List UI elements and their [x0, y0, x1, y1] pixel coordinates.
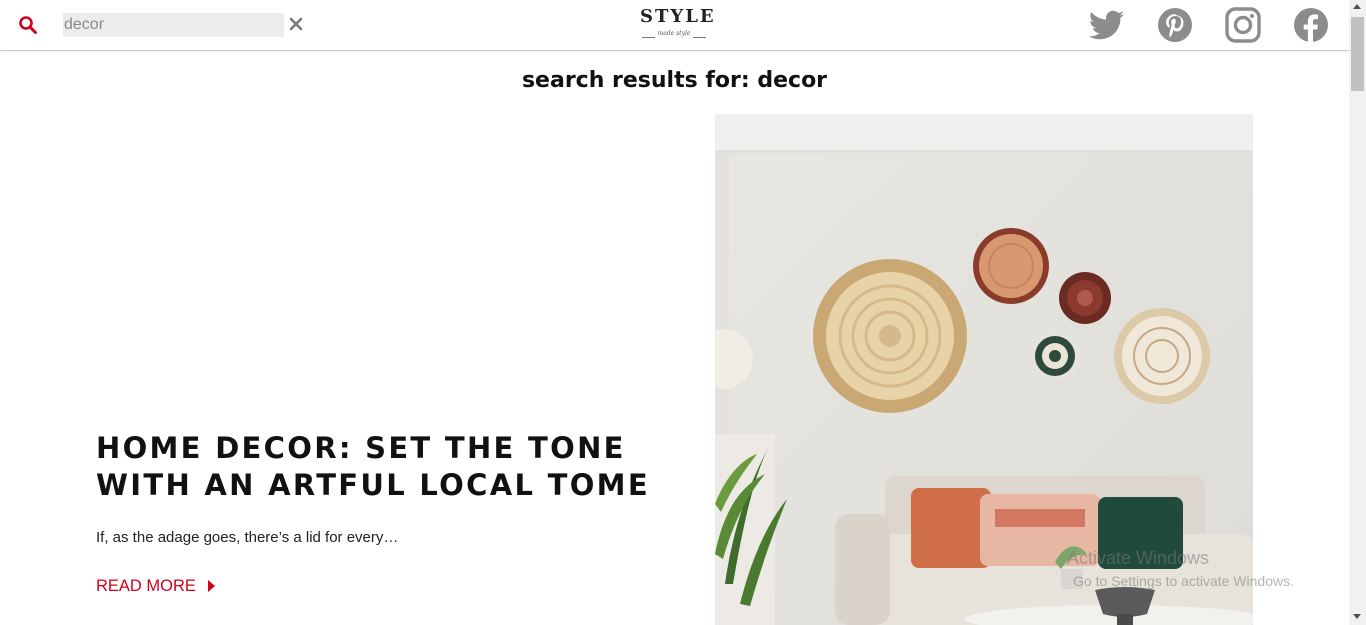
page-scrollbar[interactable] — [1349, 0, 1366, 625]
logo-tagline: made style — [657, 30, 691, 37]
caret-right-icon — [207, 580, 215, 592]
logo-text: STYLE — [640, 6, 716, 27]
windows-activation-subtitle: Go to Settings to activate Windows. — [1073, 573, 1294, 589]
pinterest-icon[interactable] — [1156, 7, 1194, 43]
logo-divider — [642, 37, 655, 38]
site-logo[interactable]: STYLE made style — [640, 6, 716, 44]
windows-activation-title: Activate Windows — [1067, 548, 1210, 568]
scroll-thumb[interactable] — [1351, 17, 1364, 91]
article-excerpt: If, as the adage goes, there’s a lid for… — [96, 529, 399, 546]
article-title[interactable]: HOME DECOR: SET THE TONE WITH AN ARTFUL … — [96, 430, 686, 504]
read-more-label: READ MORE — [96, 576, 196, 595]
search-results-heading: search results for: decor — [521, 68, 828, 93]
twitter-icon[interactable] — [1088, 7, 1126, 43]
logo-divider — [693, 37, 706, 38]
read-more-link[interactable]: READ MORE — [96, 576, 215, 596]
search-icon[interactable] — [18, 15, 38, 35]
search-input[interactable] — [63, 13, 284, 37]
instagram-icon[interactable] — [1224, 7, 1262, 43]
site-header: STYLE made style — [0, 0, 1349, 51]
scroll-up-arrow-icon[interactable] — [1353, 4, 1361, 9]
scroll-down-arrow-icon[interactable] — [1353, 614, 1361, 619]
facebook-icon[interactable] — [1292, 7, 1330, 43]
close-icon[interactable] — [287, 15, 305, 33]
